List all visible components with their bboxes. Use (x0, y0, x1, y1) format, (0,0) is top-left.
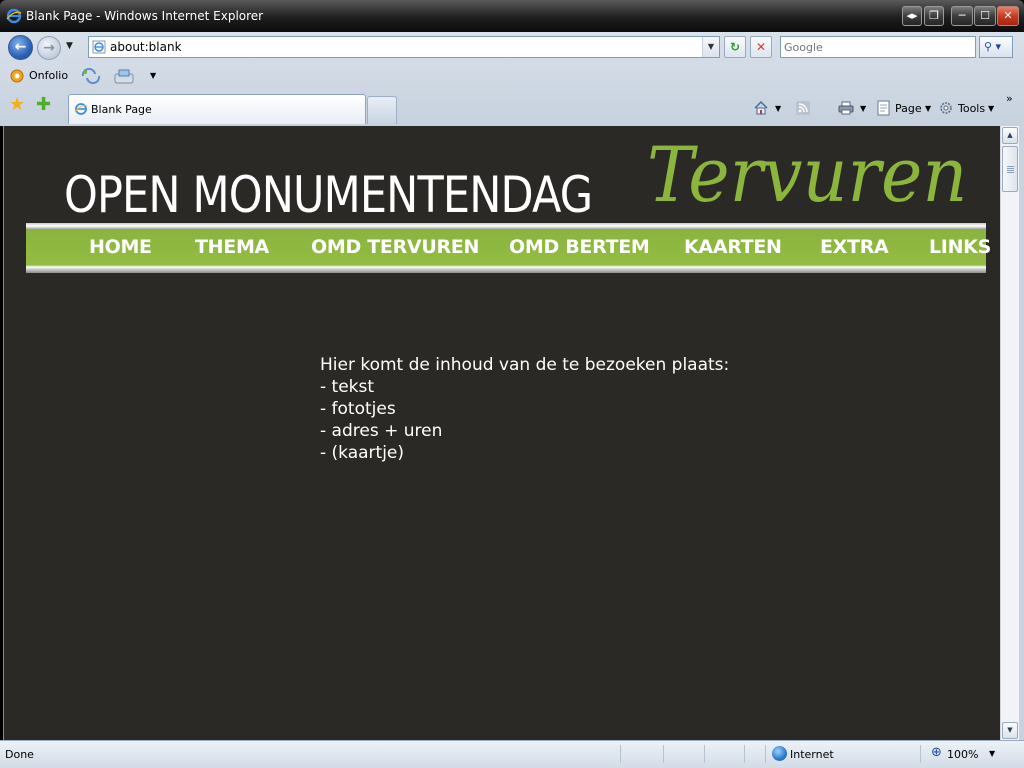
nav-kaarten[interactable]: KAARTEN (684, 236, 782, 258)
print-dropdown[interactable]: ▼ (860, 104, 866, 113)
content-line: - fototjes (320, 399, 396, 419)
scroll-thumb[interactable] (1002, 146, 1018, 192)
home-dropdown[interactable]: ▼ (775, 104, 781, 113)
site-navigation: HOME THEMA OMD TERVUREN OMD BERTEM KAART… (26, 223, 991, 273)
window-frame-edge (1019, 126, 1024, 740)
window-title: Blank Page - Windows Internet Explorer (26, 9, 264, 23)
address-input[interactable]: about:blank (110, 40, 182, 54)
security-zone[interactable]: Internet (790, 748, 834, 761)
status-divider (704, 745, 705, 763)
forward-arrow-icon: → (43, 40, 55, 56)
globe-icon (772, 746, 787, 761)
add-favorites-button[interactable]: ✚ (36, 96, 51, 114)
vertical-scrollbar[interactable]: ▲ ▼ (1000, 126, 1019, 740)
page-viewport: OPEN MONUMENTENDAG Tervuren HOME THEMA O… (3, 126, 1000, 740)
search-box[interactable] (780, 36, 976, 58)
more-commands-button[interactable]: » (1006, 92, 1013, 105)
zoom-dropdown[interactable]: ▼ (989, 749, 995, 758)
site-title: OPEN MONUMENTENDAG (64, 166, 593, 224)
back-arrow-icon: ← (14, 39, 27, 55)
sync-icon[interactable] (80, 68, 102, 84)
stop-button[interactable]: ✕ (750, 36, 772, 58)
switch-window-button[interactable]: ❐ (924, 6, 944, 26)
close-window-button[interactable]: ✕ (997, 6, 1019, 26)
status-divider (620, 745, 621, 763)
address-dropdown-button[interactable]: ▼ (702, 37, 719, 57)
onfolio-button[interactable]: Onfolio (29, 69, 68, 82)
browser-chrome: ← → ▼ about:blank ▼ ↻ ✕ ⚲ ▾ Onfolio (0, 32, 1024, 126)
nav-extra[interactable]: EXTRA (820, 236, 889, 258)
recent-pages-dropdown[interactable]: ▼ (66, 41, 73, 51)
site-script-title: Tervuren (647, 130, 968, 219)
content-line: - tekst (320, 377, 375, 397)
page-menu-button[interactable]: Page (895, 102, 922, 115)
printer-icon[interactable] (838, 100, 854, 116)
nav-links[interactable]: LINKS (929, 236, 991, 258)
status-divider (765, 745, 766, 763)
tools-menu-button[interactable]: Tools (958, 102, 985, 115)
favorites-center-button[interactable]: ★ (9, 96, 25, 114)
onfolio-icon (10, 69, 24, 83)
scroll-up-button[interactable]: ▲ (1002, 127, 1018, 144)
search-input[interactable] (781, 37, 971, 57)
tab-row: ★ ✚ Blank Page ▼ ▼ Page ▼ Tools ▼ » (0, 90, 1024, 126)
nav-home[interactable]: HOME (89, 236, 152, 258)
nav-omd-bertem[interactable]: OMD BERTEM (509, 236, 650, 258)
page-icon (877, 100, 890, 116)
nav-thema[interactable]: THEMA (195, 236, 269, 258)
maximize-button[interactable]: ☐ (974, 6, 996, 26)
new-tab-button[interactable] (367, 96, 397, 124)
links-toolbar: Onfolio ▼ (0, 62, 1024, 90)
gear-icon (940, 102, 952, 114)
status-divider (663, 745, 664, 763)
collect-icon[interactable] (113, 68, 135, 84)
minimize-button[interactable]: ─ (951, 6, 973, 26)
restore-arrows-button[interactable]: ◂▸ (902, 6, 922, 26)
home-icon[interactable] (753, 100, 769, 116)
tab-blank-page[interactable]: Blank Page (68, 94, 366, 124)
thumb-grip (1007, 166, 1014, 173)
ie-logo-icon (6, 8, 22, 24)
address-row: ← → ▼ about:blank ▼ ↻ ✕ ⚲ ▾ (0, 32, 1024, 62)
refresh-button[interactable]: ↻ (724, 36, 746, 58)
nav-omd-tervuren[interactable]: OMD TERVUREN (311, 236, 479, 258)
tab-title: Blank Page (91, 103, 152, 116)
content-line: - adres + uren (320, 421, 443, 441)
status-divider (920, 745, 921, 763)
search-button[interactable]: ⚲ ▾ (979, 36, 1013, 58)
zoom-icon: ⊕ (931, 745, 942, 760)
tools-menu-dropdown[interactable]: ▼ (988, 104, 994, 113)
rss-icon[interactable] (795, 100, 811, 116)
back-button[interactable]: ← (8, 35, 33, 60)
ie-page-icon (74, 103, 88, 115)
status-divider (744, 745, 745, 763)
content-line: - (kaartje) (320, 443, 405, 463)
forward-button[interactable]: → (37, 36, 61, 60)
page-menu-dropdown[interactable]: ▼ (925, 104, 931, 113)
content-line: Hier komt de inhoud van de te bezoeken p… (320, 355, 730, 375)
ie-page-icon (92, 40, 106, 54)
zoom-level[interactable]: 100% (947, 748, 978, 761)
status-bar: Done Internet ⊕ 100% ▼ (0, 740, 1024, 768)
scroll-down-button[interactable]: ▼ (1002, 722, 1018, 739)
collect-dropdown[interactable]: ▼ (150, 71, 156, 80)
window-title-bar[interactable]: Blank Page - Windows Internet Explorer ◂… (0, 0, 1024, 32)
status-text: Done (5, 748, 34, 761)
address-bar[interactable]: about:blank ▼ (88, 36, 720, 58)
content-body: Hier komt de inhoud van de te bezoeken p… (320, 354, 729, 464)
